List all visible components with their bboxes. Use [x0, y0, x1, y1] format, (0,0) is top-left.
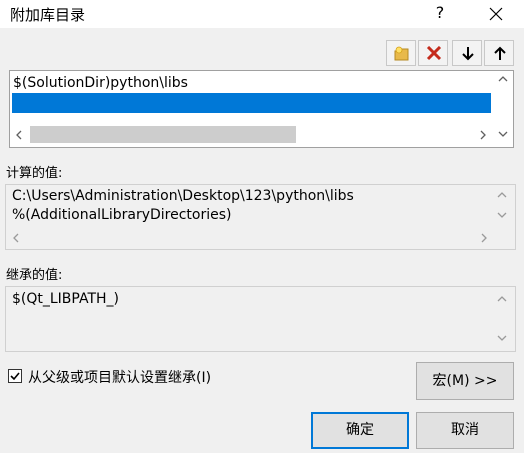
move-down-button[interactable]	[452, 40, 482, 66]
inherit-checkbox[interactable]	[8, 369, 22, 383]
new-folder-icon	[394, 46, 409, 61]
scroll-up-icon[interactable]	[496, 293, 508, 305]
delete-line-button[interactable]	[418, 40, 448, 66]
scroll-right-icon[interactable]	[478, 129, 488, 141]
delete-icon	[426, 46, 442, 61]
macros-button[interactable]: 宏(M) >>	[416, 362, 514, 400]
checkmark-icon	[10, 372, 20, 381]
inherited-line: $(Qt_LIBPATH_)	[12, 291, 119, 307]
scroll-left-icon[interactable]	[11, 232, 21, 244]
directory-list[interactable]: $(SolutionDir)python\libs	[9, 70, 514, 148]
inherited-value-label: 继承的值:	[6, 268, 63, 283]
evaluated-value-box: C:\Users\Administration\Desktop\123\pyth…	[5, 184, 516, 250]
scroll-down-icon[interactable]	[496, 209, 508, 221]
inherited-value-box: $(Qt_LIBPATH_)	[5, 286, 516, 352]
move-up-icon	[494, 46, 506, 60]
close-icon	[489, 7, 503, 21]
title-bar: 附加库目录 ?	[0, 0, 524, 28]
cancel-button[interactable]: 取消	[416, 412, 514, 449]
list-item-selected[interactable]	[12, 93, 491, 113]
move-down-icon	[462, 47, 474, 61]
close-button[interactable]	[484, 2, 508, 26]
scroll-down-icon[interactable]	[497, 128, 509, 140]
scroll-left-icon[interactable]	[14, 129, 24, 141]
scroll-up-icon[interactable]	[497, 73, 509, 85]
move-up-button[interactable]	[484, 40, 514, 66]
evaluated-line: %(AdditionalLibraryDirectories)	[12, 207, 232, 223]
scroll-right-icon[interactable]	[479, 232, 489, 244]
evaluated-line: C:\Users\Administration\Desktop\123\pyth…	[12, 188, 354, 204]
dialog-title: 附加库目录	[10, 6, 86, 24]
inherit-checkbox-label[interactable]: 从父级或项目默认设置继承(I)	[28, 367, 211, 387]
dialog-body: $(SolutionDir)python\libs 计算的值: C:\Users…	[0, 28, 524, 453]
scrollbar-thumb[interactable]	[30, 126, 296, 143]
evaluated-value-label: 计算的值:	[6, 166, 63, 181]
help-button[interactable]: ?	[430, 3, 450, 25]
scroll-down-icon[interactable]	[496, 332, 508, 344]
ok-button[interactable]: 确定	[311, 412, 409, 449]
horizontal-scrollbar[interactable]	[12, 121, 490, 145]
scroll-up-icon[interactable]	[496, 189, 508, 201]
new-line-button[interactable]	[386, 40, 416, 66]
list-item[interactable]: $(SolutionDir)python\libs	[13, 75, 188, 91]
